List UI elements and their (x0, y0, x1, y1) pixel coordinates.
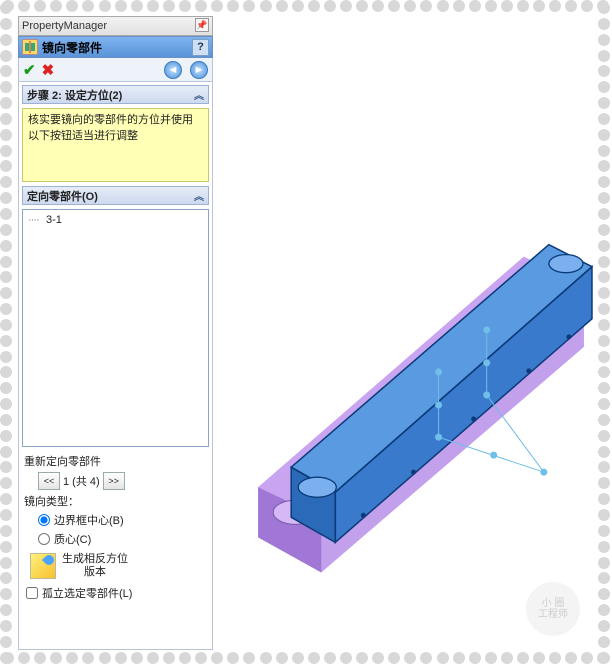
feature-title-bar: 镜向零部件 ? (18, 36, 213, 58)
orient-section-header[interactable]: 定向零部件(O) ︽ (22, 186, 209, 205)
generate-line1: 生成相反方位 (62, 553, 128, 566)
generate-opposite-button[interactable]: 生成相反方位 版本 (24, 550, 207, 582)
pager-prev-button[interactable]: << (38, 472, 60, 490)
model-render (213, 16, 594, 648)
orient-component-list[interactable]: 3-1 (22, 209, 209, 447)
radio-bbox-center[interactable]: 边界框中心(B) (24, 512, 207, 528)
decorative-border (598, 0, 612, 666)
property-manager-panel: PropertyManager 📌 镜向零部件 ? ✔ ✖ ◄ ► 步骤 2: … (18, 16, 213, 650)
step-section-header[interactable]: 步骤 2: 设定方位(2) ︽ (22, 85, 209, 104)
radio-centroid[interactable]: 质心(C) (24, 531, 207, 547)
radio-centroid-label: 质心(C) (54, 531, 91, 547)
isolate-checkbox-row[interactable]: 孤立选定零部件(L) (24, 585, 207, 601)
ok-button[interactable]: ✔ (23, 61, 36, 79)
action-bar: ✔ ✖ ◄ ► (18, 58, 213, 82)
decorative-border (0, 0, 14, 666)
mirror-feature-icon (22, 39, 38, 55)
watermark: 小 圈 工程师 (526, 582, 580, 636)
feature-title: 镜向零部件 (42, 39, 102, 56)
step-header-text: 步骤 2: 设定方位(2) (27, 87, 122, 103)
pager-next-button[interactable]: >> (103, 472, 125, 490)
radio-centroid-input[interactable] (38, 533, 50, 545)
3d-viewport[interactable]: 小 圈 工程师 (213, 16, 594, 650)
watermark-l2: 工程师 (538, 609, 568, 620)
back-button[interactable]: ◄ (164, 61, 182, 79)
property-manager-header: PropertyManager 📌 (18, 16, 213, 36)
reorient-label: 重新定向零部件 (24, 453, 207, 469)
forward-button[interactable]: ► (190, 61, 208, 79)
help-button[interactable]: ? (192, 39, 209, 56)
generate-opposite-icon (30, 553, 56, 579)
cancel-button[interactable]: ✖ (42, 61, 55, 79)
mirror-type-label: 镜向类型： (24, 493, 207, 509)
chevron-up-icon: ︽ (194, 188, 204, 203)
watermark-l1: 小 圈 (542, 598, 565, 609)
pager-text: 1 (共 4) (63, 473, 100, 489)
step-message: 核实要镜向的零部件的方位并使用以下按钮适当进行调整 (22, 108, 209, 182)
chevron-up-icon: ︽ (194, 87, 204, 102)
isolate-label: 孤立选定零部件(L) (42, 585, 132, 601)
radio-bbox-input[interactable] (38, 514, 50, 526)
radio-bbox-label: 边界框中心(B) (54, 512, 124, 528)
pm-title: PropertyManager (22, 20, 107, 32)
orient-header-text: 定向零部件(O) (27, 188, 98, 204)
decorative-border (0, 0, 612, 14)
list-item[interactable]: 3-1 (28, 213, 203, 227)
pin-icon[interactable]: 📌 (195, 18, 209, 32)
generate-line2: 版本 (62, 566, 128, 579)
isolate-checkbox[interactable] (26, 587, 38, 599)
decorative-border (0, 652, 612, 666)
